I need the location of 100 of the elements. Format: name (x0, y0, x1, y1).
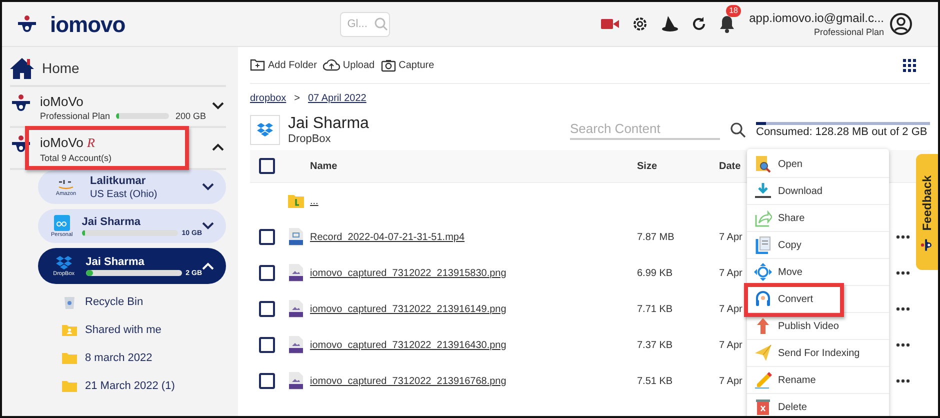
menu-item[interactable]: Delete (747, 394, 889, 416)
column-header[interactable]: Size (637, 160, 658, 172)
logo-mark-icon (16, 15, 38, 35)
video-camera-icon[interactable] (601, 18, 620, 30)
file-date: 7 Apr (719, 340, 742, 350)
checkbox[interactable] (259, 229, 275, 245)
folder-link[interactable]: 8 march 2022 (85, 352, 152, 364)
user-plan: Professional Plan (814, 27, 884, 37)
account-plan: Professional Plan (40, 111, 110, 121)
user-avatar-icon[interactable] (890, 13, 912, 35)
cloud-region: US East (Ohio) (90, 188, 158, 200)
video-file-icon (289, 228, 303, 246)
shared-folder-icon (62, 324, 77, 336)
toolbar-button[interactable]: Upload (322, 59, 375, 71)
checkbox[interactable] (259, 337, 275, 353)
account-count: Total 9 Account(s) (40, 153, 113, 163)
dropbox-logo-icon (56, 256, 72, 270)
witch-hat-icon[interactable] (661, 15, 680, 33)
menu-item[interactable]: Move (747, 259, 889, 286)
box-logo-icon (54, 214, 70, 230)
search-icon[interactable] (730, 122, 746, 138)
breadcrumb-link[interactable]: dropbox (250, 92, 286, 104)
home-icon[interactable] (10, 57, 34, 79)
file-name-link[interactable]: Record_2022-04-07-21-31-51.mp4 (310, 232, 465, 242)
folder-icon (62, 380, 77, 392)
app-logo[interactable]: iomovo (16, 14, 126, 36)
file-name-link[interactable]: iomovo_captured_7312022_213916768.png (310, 376, 506, 386)
menu-item[interactable]: Rename (747, 367, 889, 394)
folder-link[interactable]: Shared with me (85, 324, 162, 336)
chevron-down-icon[interactable] (202, 222, 214, 230)
recycle-bin-icon (62, 295, 77, 309)
cloud-account-name: Jai Sharma (82, 216, 142, 228)
settings-icon[interactable] (631, 15, 650, 33)
share-icon (754, 209, 772, 227)
image-file-icon (289, 300, 303, 318)
file-name-link[interactable]: iomovo_captured_7312022_213915830.png (310, 268, 506, 278)
menu-item[interactable]: Send For Indexing (747, 340, 889, 367)
account-logo-icon (10, 94, 32, 114)
more-options-icon[interactable] (896, 379, 910, 383)
chevron-up-icon[interactable] (212, 143, 224, 151)
folder-up-icon[interactable] (288, 194, 304, 208)
menu-item[interactable]: Share (747, 205, 889, 232)
checkbox[interactable] (259, 373, 275, 389)
cloud-account-name: Lalitkumar (90, 174, 147, 186)
feedback-tab[interactable]: Feedback (916, 154, 938, 270)
image-file-icon (289, 372, 303, 390)
account-row[interactable]: ioMoVo Professional Plan 200 GB (10, 87, 226, 128)
copy-icon (754, 236, 772, 254)
more-options-icon[interactable] (896, 343, 910, 347)
file-size: 7.37 KB (637, 340, 673, 350)
file-date: 7 Apr (719, 304, 742, 314)
dropbox-logo-icon (257, 123, 273, 137)
file-name-link[interactable]: iomovo_captured_7312022_213916430.png (310, 340, 506, 350)
refresh-icon[interactable] (691, 16, 708, 32)
notification-bell-icon[interactable] (719, 15, 736, 33)
menu-item[interactable]: Download (747, 178, 889, 205)
more-options-icon[interactable] (896, 235, 910, 239)
storage-capacity: 200 GB (175, 111, 206, 121)
menu-item[interactable]: Publish Video (747, 313, 889, 340)
account-name[interactable]: ioMoVo R (40, 135, 206, 151)
folder-link[interactable]: 21 March 2022 (1) (85, 380, 175, 392)
breadcrumb-link[interactable]: 07 April 2022 (308, 92, 366, 104)
pencil-icon (754, 371, 772, 389)
more-options-icon[interactable] (896, 271, 910, 275)
image-file-icon (289, 336, 303, 354)
menu-item[interactable]: Open (747, 151, 889, 178)
document-search-icon (754, 155, 772, 173)
home-link[interactable]: Home (42, 60, 80, 76)
global-search-field[interactable]: Gl... (340, 12, 390, 36)
chevron-down-icon[interactable] (212, 102, 224, 110)
camera-icon (380, 58, 396, 72)
location-subtitle: DropBox (288, 133, 332, 145)
menu-item[interactable]: Copy (747, 232, 889, 259)
checkbox[interactable] (259, 301, 275, 317)
search-field[interactable]: Search Content (570, 120, 720, 140)
account-name[interactable]: ioMoVo (40, 94, 206, 109)
toolbar-button[interactable]: Capture (380, 58, 434, 72)
checkbox[interactable] (259, 265, 275, 281)
aws-logo-icon (57, 178, 75, 190)
column-header[interactable]: Date (719, 160, 741, 172)
headphones-icon (754, 290, 772, 308)
parent-folder-link[interactable]: ... (310, 196, 318, 206)
column-header[interactable]: Name (310, 160, 338, 172)
toolbar-button[interactable]: Add Folder (250, 59, 317, 71)
file-date: 7 Apr (719, 268, 742, 278)
add-folder-icon (250, 59, 265, 71)
grid-view-icon[interactable] (903, 58, 916, 72)
upload-arrow-icon (754, 317, 772, 335)
location-title: Jai Sharma (288, 115, 369, 133)
checkbox[interactable] (259, 158, 275, 174)
file-size: 7.71 KB (637, 304, 673, 314)
more-options-icon[interactable] (896, 307, 910, 311)
file-name-link[interactable]: iomovo_captured_7312022_213916149.png (310, 304, 506, 314)
menu-item[interactable]: Convert (747, 286, 889, 313)
chevron-down-icon[interactable] (202, 183, 214, 191)
file-date: 7 Apr (719, 376, 742, 386)
folder-link[interactable]: Recycle Bin (85, 296, 144, 308)
file-date: 7 Apr (719, 232, 742, 242)
cloud-upload-icon (322, 59, 340, 71)
download-icon (754, 182, 772, 200)
